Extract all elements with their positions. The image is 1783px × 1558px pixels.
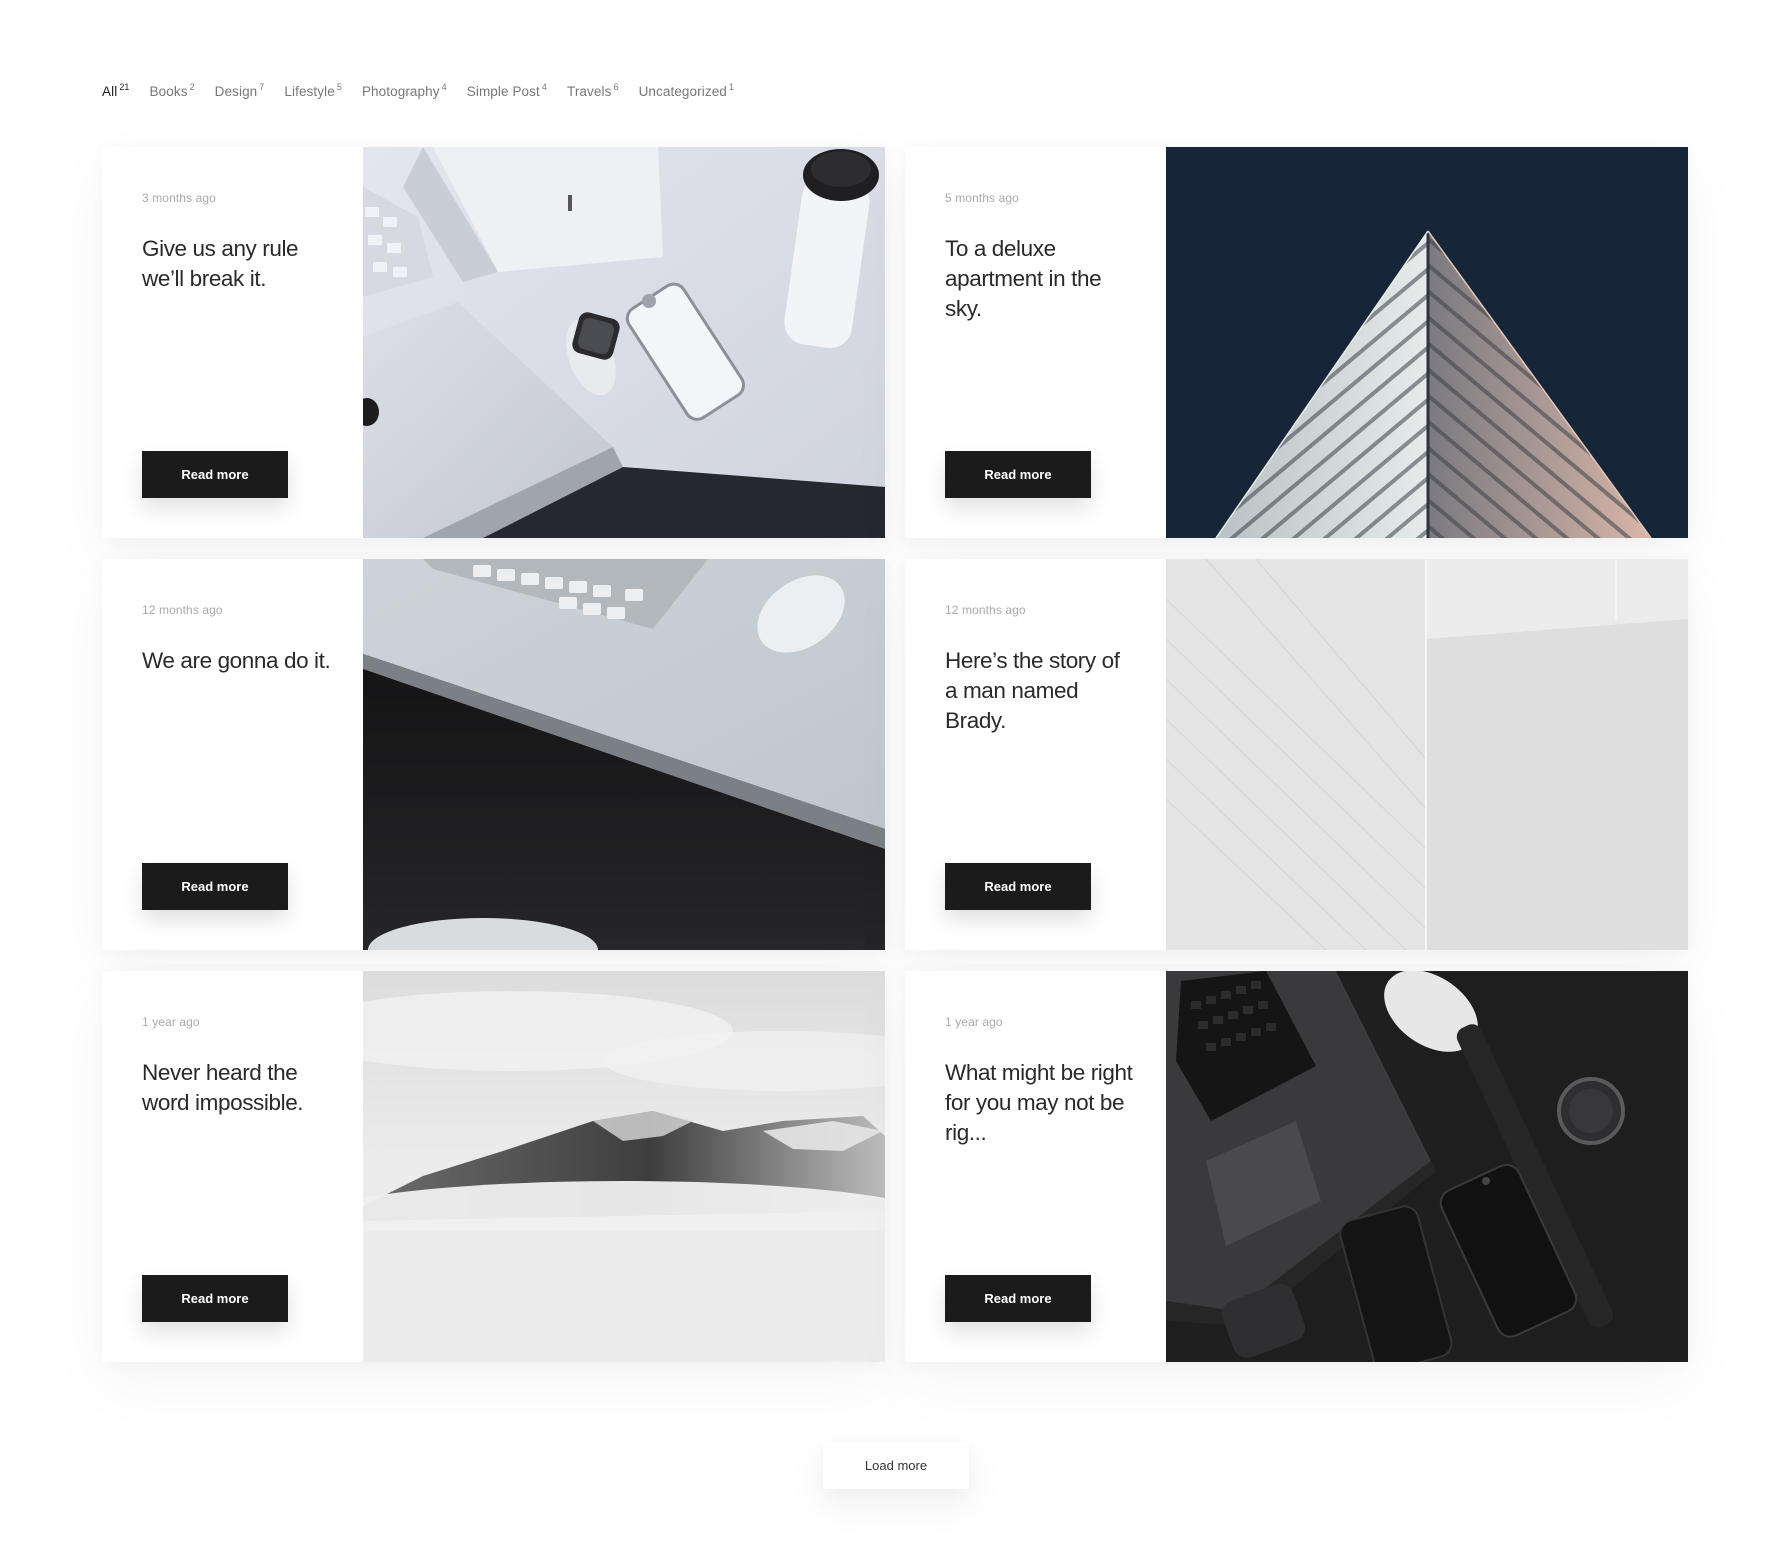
post-card-text: 1 year ago Never heard the word impossib… — [102, 971, 363, 1362]
desk-watch-phone-photo-art — [363, 147, 885, 538]
filter-simple-post[interactable]: Simple Post 4 — [466, 82, 547, 100]
filter-count: 2 — [189, 82, 195, 92]
skyscraper-corner-photo[interactable] — [1166, 147, 1688, 538]
read-more-button[interactable]: Read more — [945, 863, 1091, 910]
desk-watch-phone-photo[interactable] — [363, 147, 885, 538]
post-card-text: 3 months ago Give us any rule we’ll brea… — [102, 147, 363, 538]
post-date: 12 months ago — [945, 603, 1026, 617]
filter-label: Uncategorized — [638, 84, 727, 99]
keyboard-mouse-desk-photo[interactable] — [363, 559, 885, 950]
filter-label: All — [102, 84, 118, 99]
read-more-button[interactable]: Read more — [142, 863, 288, 910]
filter-travels[interactable]: Travels 6 — [566, 82, 619, 100]
white-architecture-photo[interactable] — [1166, 559, 1688, 950]
white-architecture-photo-art — [1166, 559, 1688, 950]
post-card: 1 year ago Never heard the word impossib… — [102, 971, 885, 1362]
post-card: 12 months ago We are gonna do it. Read m… — [102, 559, 885, 950]
read-more-button[interactable]: Read more — [142, 451, 288, 498]
filter-count: 6 — [613, 82, 619, 92]
post-date: 1 year ago — [142, 1015, 200, 1029]
filter-books[interactable]: Books 2 — [149, 82, 195, 100]
post-card: 12 months ago Here’s the story of a man … — [905, 559, 1688, 950]
post-title[interactable]: Never heard the word impossible. — [142, 1058, 333, 1118]
read-more-button[interactable]: Read more — [142, 1275, 288, 1322]
post-date: 12 months ago — [142, 603, 223, 617]
post-card-text: 12 months ago We are gonna do it. Read m… — [102, 559, 363, 950]
post-grid: 3 months ago Give us any rule we’ll brea… — [102, 147, 1688, 1362]
skyscraper-corner-photo-art — [1166, 147, 1688, 538]
post-date: 3 months ago — [142, 191, 216, 205]
filter-label: Travels — [566, 84, 612, 99]
post-card: 5 months ago To a deluxe apartment in th… — [905, 147, 1688, 538]
misty-mountain-photo-art — [363, 971, 885, 1362]
post-card-text: 5 months ago To a deluxe apartment in th… — [905, 147, 1166, 538]
read-more-button[interactable]: Read more — [945, 451, 1091, 498]
filter-design[interactable]: Design 7 — [214, 82, 265, 100]
filter-lifestyle[interactable]: Lifestyle 5 — [284, 82, 342, 100]
category-filter-bar: All 21 Books 2 Design 7 Lifestyle 5 Photogra… — [102, 82, 754, 100]
post-date: 1 year ago — [945, 1015, 1003, 1029]
dark-laptop-phones-photo[interactable] — [1166, 971, 1688, 1362]
post-title[interactable]: Here’s the story of a man named Brady. — [945, 646, 1136, 736]
filter-count: 1 — [728, 82, 735, 92]
filter-label: Design — [214, 84, 258, 99]
filter-label: Simple Post — [466, 84, 540, 99]
misty-mountain-photo[interactable] — [363, 971, 885, 1362]
post-card: 1 year ago What might be right for you m… — [905, 971, 1688, 1362]
filter-uncategorized[interactable]: Uncategorized 1 — [638, 82, 735, 100]
post-card-text: 12 months ago Here’s the story of a man … — [905, 559, 1166, 950]
filter-label: Lifestyle — [284, 84, 335, 99]
post-card: 3 months ago Give us any rule we’ll brea… — [102, 147, 885, 538]
post-title[interactable]: Give us any rule we’ll break it. — [142, 234, 333, 294]
filter-count: 7 — [259, 82, 265, 92]
filter-count: 4 — [441, 82, 447, 92]
post-title[interactable]: To a deluxe apartment in the sky. — [945, 234, 1136, 324]
post-card-text: 1 year ago What might be right for you m… — [905, 971, 1166, 1362]
filter-count: 5 — [336, 82, 342, 92]
dark-laptop-phones-photo-art — [1166, 971, 1688, 1362]
filter-label: Books — [149, 84, 188, 99]
filter-photography[interactable]: Photography 4 — [361, 82, 447, 100]
load-more-button[interactable]: Load more — [823, 1442, 969, 1489]
post-title[interactable]: We are gonna do it. — [142, 646, 333, 676]
filter-label: Photography — [361, 84, 440, 99]
keyboard-mouse-desk-photo-art — [363, 559, 885, 950]
filter-count: 21 — [119, 82, 130, 92]
filter-all[interactable]: All 21 — [102, 82, 130, 100]
post-date: 5 months ago — [945, 191, 1019, 205]
read-more-button[interactable]: Read more — [945, 1275, 1091, 1322]
filter-count: 4 — [541, 82, 547, 92]
post-title[interactable]: What might be right for you may not be r… — [945, 1058, 1136, 1148]
